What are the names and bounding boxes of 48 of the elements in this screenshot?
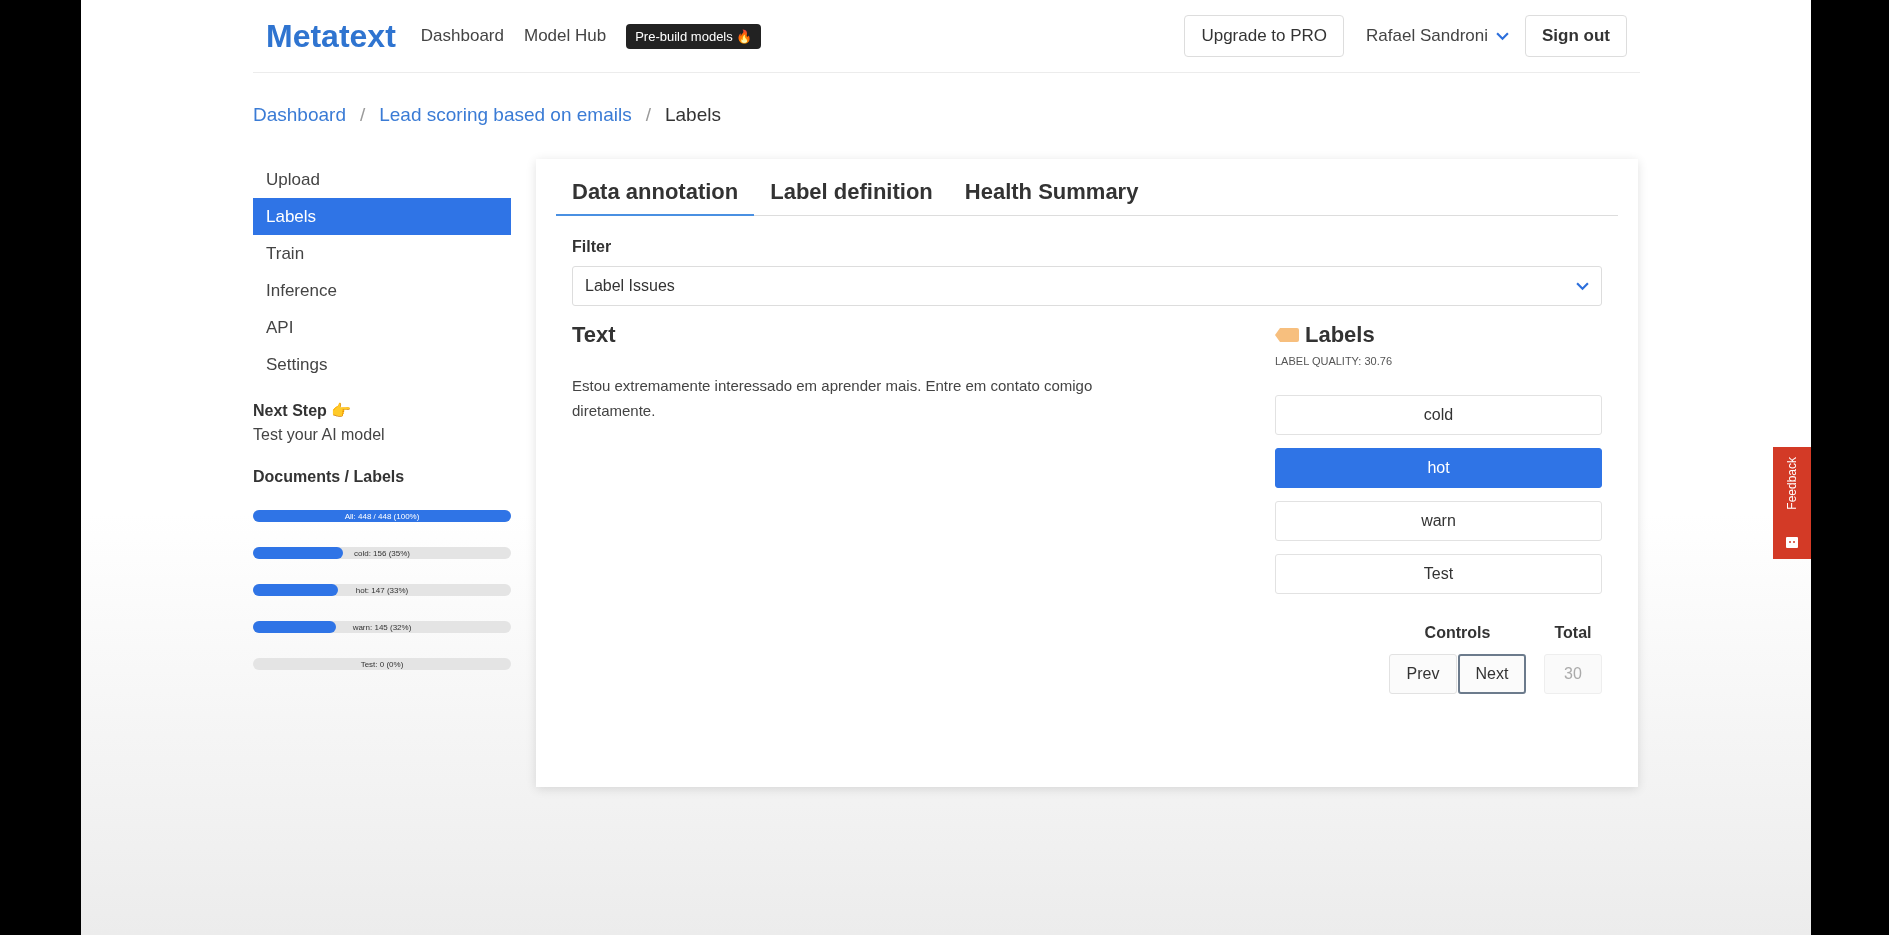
sidebar-item[interactable]: Labels — [253, 198, 511, 235]
breadcrumb-item[interactable]: Dashboard — [253, 104, 346, 126]
tag-icon — [1275, 328, 1299, 342]
breadcrumb-separator: / — [645, 104, 651, 126]
filter-label: Filter — [572, 238, 613, 256]
sidebar-item[interactable]: Settings — [253, 346, 511, 383]
logo[interactable]: Metatext — [266, 17, 396, 55]
sidebar-item[interactable]: Inference — [253, 272, 511, 309]
label-quality: LABEL QUALITY: 30.76 — [1275, 355, 1393, 367]
chevron-down-icon — [1576, 281, 1589, 291]
label-option[interactable]: cold — [1275, 395, 1602, 435]
documents-title: Documents / Labels — [253, 468, 406, 486]
prev-button[interactable]: Prev — [1389, 654, 1457, 694]
document-text: Estou extremamente interessado em aprender mais. Entre em contato comigo diretamente. — [572, 376, 1094, 421]
label-option[interactable]: Test — [1275, 554, 1602, 594]
next-step-text: Test your AI model — [253, 426, 386, 444]
upgrade-button[interactable]: Upgrade to PRO — [1184, 15, 1345, 57]
sidebar-item[interactable]: API — [253, 309, 511, 346]
controls-title: Controls — [1424, 624, 1491, 642]
breadcrumb-item: Labels — [664, 104, 721, 126]
tab[interactable]: Data annotation — [556, 179, 755, 216]
progress-label: All: 448 / 448 (100%) — [344, 511, 420, 521]
tab[interactable]: Health Summary — [948, 179, 1155, 216]
user-menu[interactable]: Rafael Sandroni — [1366, 26, 1509, 46]
progress-label: hot: 147 (33%) — [355, 585, 409, 595]
progress-label: warn: 145 (32%) — [352, 622, 412, 632]
label-option[interactable]: warn — [1275, 501, 1602, 541]
chevron-down-icon — [1496, 31, 1509, 41]
breadcrumb-item[interactable]: Lead scoring based on emails — [379, 104, 632, 126]
sign-out-button[interactable]: Sign out — [1525, 15, 1627, 57]
progress-label: Test: 0 (0%) — [360, 659, 404, 669]
breadcrumb-separator: / — [359, 104, 366, 126]
next-button[interactable]: Next — [1458, 654, 1526, 694]
sidebar-item[interactable]: Train — [253, 235, 511, 272]
progress-label: cold: 156 (35%) — [354, 548, 410, 558]
labels-title: Labels — [1305, 322, 1375, 348]
sidebar-item[interactable]: Upload — [253, 161, 511, 198]
tab[interactable]: Label definition — [754, 179, 949, 216]
chat-icon — [1785, 535, 1799, 549]
text-title: Text — [572, 322, 617, 348]
filter-dropdown[interactable]: Label Issues — [572, 266, 1602, 306]
label-option[interactable]: hot — [1275, 448, 1602, 488]
nav-link[interactable]: Dashboard — [420, 26, 504, 46]
next-step-title: Next Step 👉 — [253, 401, 353, 420]
pre-build-badge[interactable]: Pre-build models 🔥 — [626, 23, 762, 49]
feedback-tab[interactable]: Feedback — [1773, 447, 1811, 559]
nav-link[interactable]: Model Hub — [524, 26, 607, 46]
total-title: Total — [1554, 624, 1592, 642]
